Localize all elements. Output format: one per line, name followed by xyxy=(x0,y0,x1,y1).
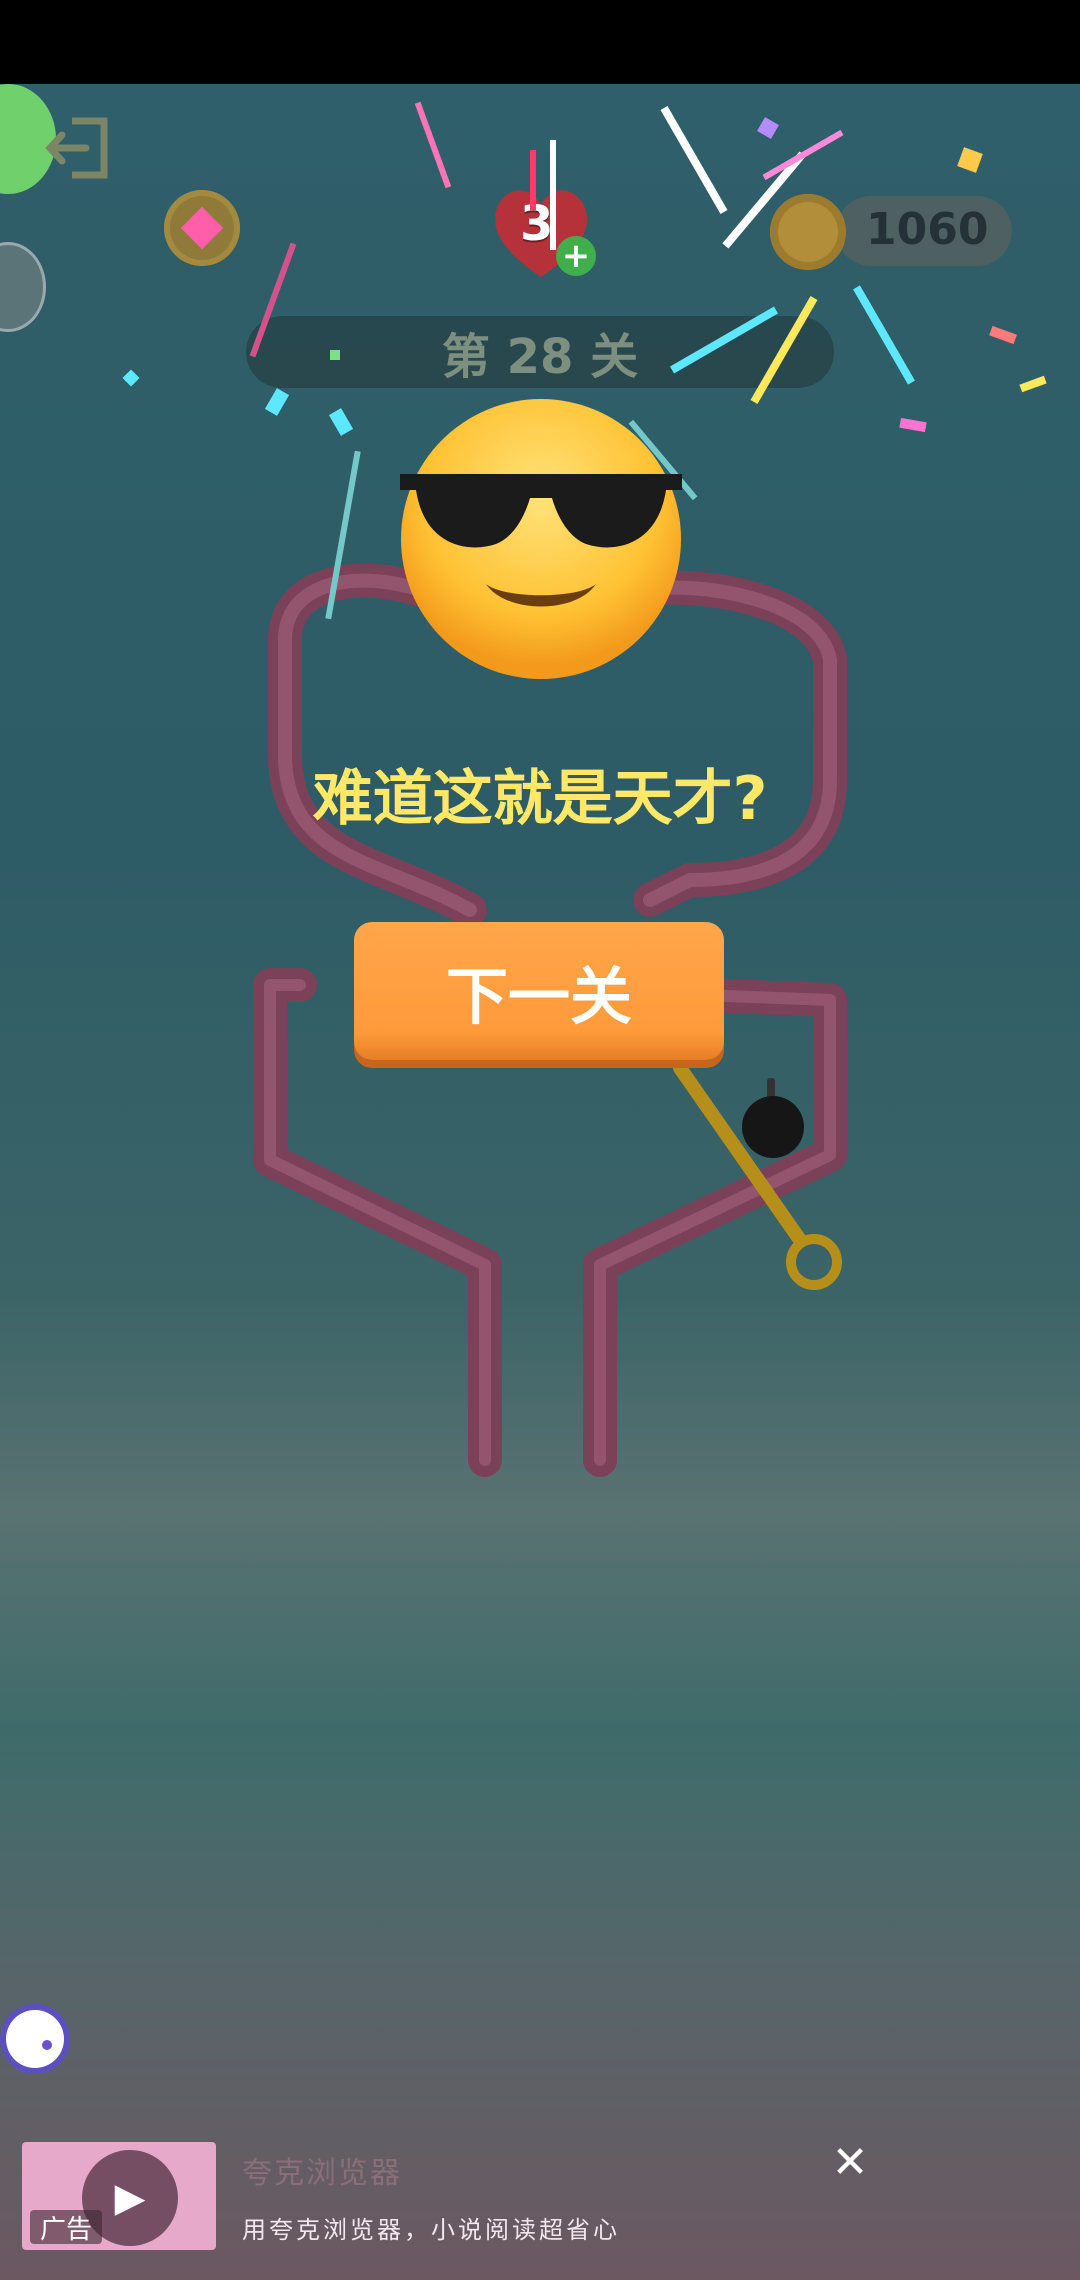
sunglasses-face-icon xyxy=(400,399,682,679)
ad-description[interactable]: 用夸克浏览器，小说阅读超省心 xyxy=(242,2210,620,2245)
lives-count: 3 xyxy=(520,196,554,252)
bomb-icon xyxy=(742,1096,804,1158)
ad-thumbnail[interactable]: ▶ 广告 xyxy=(22,2142,216,2250)
status-bar xyxy=(0,0,1080,84)
ad-title[interactable]: 夸克浏览器 xyxy=(242,2148,402,2192)
floating-assist-button[interactable] xyxy=(6,2010,64,2068)
confetti xyxy=(550,140,556,250)
next-level-button[interactable]: 下一关 xyxy=(354,922,724,1060)
add-lives-button[interactable]: + xyxy=(556,236,596,276)
close-icon[interactable]: ✕ xyxy=(822,2134,878,2190)
gem-shop-button[interactable] xyxy=(164,190,240,266)
ad-tag: 广告 xyxy=(30,2210,103,2245)
level-title: 第 28 关 xyxy=(441,329,639,385)
exit-button[interactable] xyxy=(40,110,116,186)
result-message: 难道这就是天才? xyxy=(312,764,768,834)
pin-ring-handle[interactable] xyxy=(786,1234,842,1290)
coin-icon xyxy=(770,194,846,270)
confetti xyxy=(530,150,536,210)
gem-icon xyxy=(180,206,224,250)
exit-icon xyxy=(45,117,108,179)
confetti xyxy=(330,350,340,360)
coin-value: 1060 xyxy=(866,204,989,255)
